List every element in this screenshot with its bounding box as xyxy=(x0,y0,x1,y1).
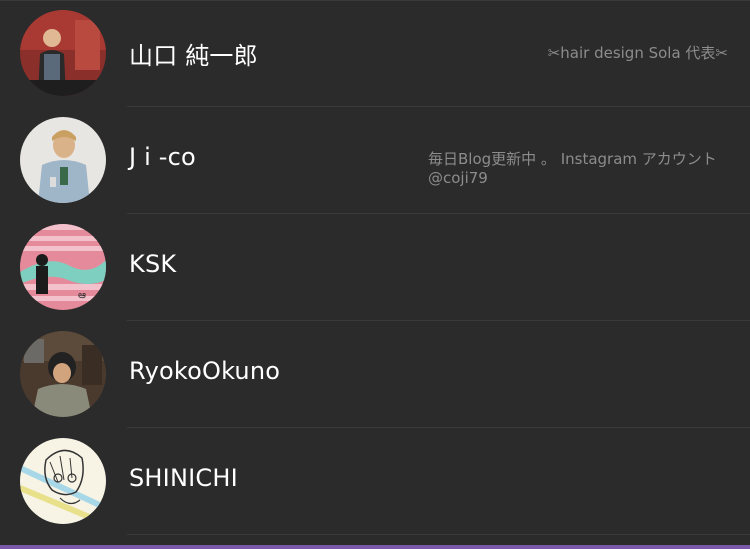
row-divider xyxy=(127,534,750,535)
avatar[interactable] xyxy=(20,438,106,524)
avatar[interactable] xyxy=(20,331,106,417)
member-list: 山口 純一郎 ✂hair design Sola 代表✂ J i -co 毎日B… xyxy=(0,0,750,549)
member-row-shinichi[interactable]: SHINICHI xyxy=(0,428,750,535)
avatar[interactable] xyxy=(20,10,106,96)
svg-text:ఆ: ఆ xyxy=(78,290,86,301)
avatar[interactable] xyxy=(20,117,106,203)
member-name: KSK xyxy=(129,250,177,278)
member-name: 山口 純一郎 xyxy=(129,42,258,70)
avatar-photo-icon: ఆ xyxy=(20,224,106,310)
member-row-ksk[interactable]: ఆ KSK xyxy=(0,214,750,321)
avatar[interactable]: ఆ xyxy=(20,224,106,310)
member-row-ryokookuno[interactable]: RyokoOkuno xyxy=(0,321,750,428)
accent-bar xyxy=(0,545,750,549)
member-name: SHINICHI xyxy=(129,464,238,492)
avatar-photo-icon xyxy=(20,117,106,203)
member-name: J i -co xyxy=(129,143,196,171)
member-row-yamaguchi[interactable]: 山口 純一郎 ✂hair design Sola 代表✂ xyxy=(0,0,750,107)
member-name: RyokoOkuno xyxy=(129,357,281,385)
member-bio: ✂hair design Sola 代表✂ xyxy=(547,44,728,62)
member-row-jico[interactable]: J i -co 毎日Blog更新中 。 Instagram アカウント @coj… xyxy=(0,107,750,214)
avatar-photo-icon xyxy=(20,331,106,417)
avatar-illustration-icon xyxy=(20,438,106,524)
avatar-photo-icon xyxy=(20,10,106,96)
member-bio: 毎日Blog更新中 。 Instagram アカウント @coji79 xyxy=(428,150,717,187)
